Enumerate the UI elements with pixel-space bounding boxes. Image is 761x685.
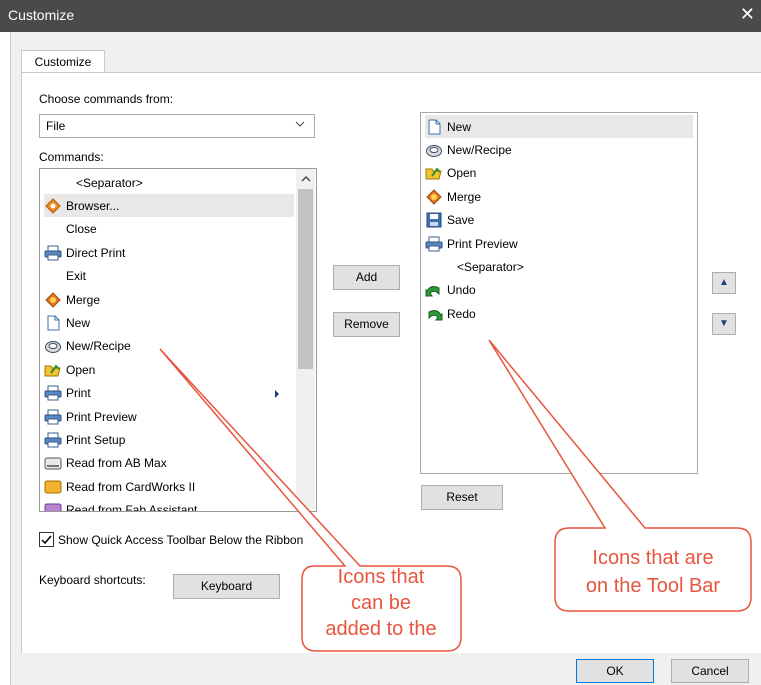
right-callout-line1: Icons that are xyxy=(592,547,713,569)
left-callout-line1: Icons that xyxy=(338,566,425,588)
left-callout-shape xyxy=(159,348,462,652)
right-callout-shape xyxy=(488,339,752,612)
right-callout-line2: on the Tool Bar xyxy=(586,575,721,597)
left-callout-line3: added to the xyxy=(325,618,436,640)
left-callout-line2: can be xyxy=(351,592,411,614)
annotation-overlay: Icons that can be added to the Icons tha… xyxy=(159,339,752,652)
